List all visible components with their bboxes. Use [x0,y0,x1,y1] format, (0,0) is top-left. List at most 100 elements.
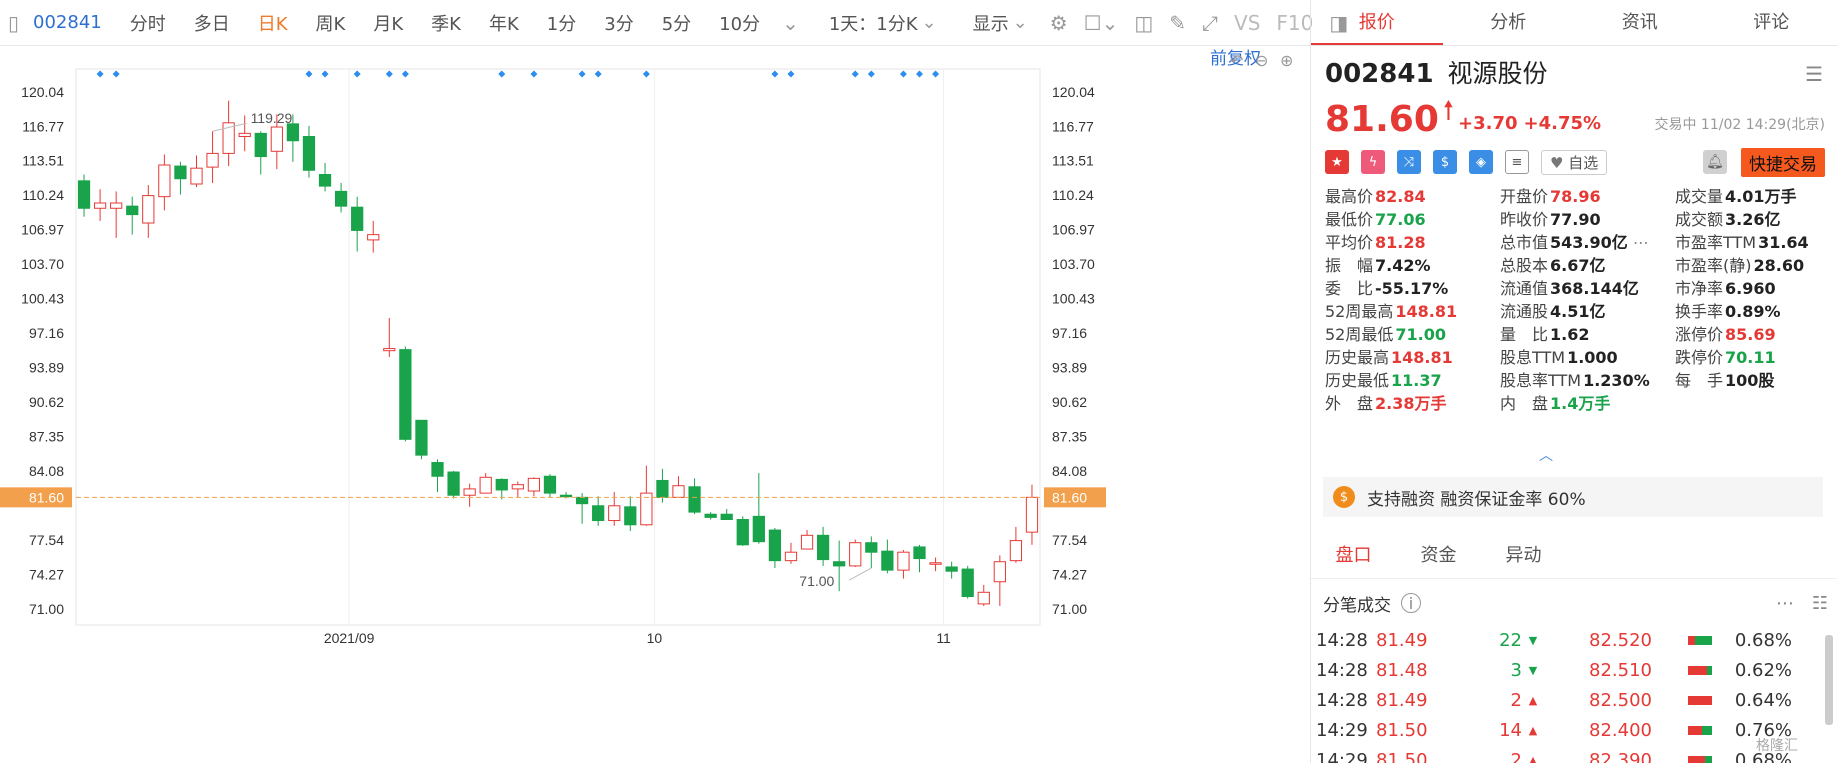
candle-body[interactable] [206,152,219,168]
more-icon[interactable]: ⋯ [1628,233,1649,252]
add-watchlist-button[interactable]: ♥ 自选 [1541,149,1608,175]
candle-body[interactable] [688,486,701,513]
candle-body[interactable] [833,561,846,567]
tab-movements[interactable]: 异动 [1481,533,1566,578]
tab-intraday[interactable]: 分时 [116,0,180,46]
candle-body[interactable] [977,591,990,605]
candle-body[interactable] [640,492,653,526]
event-marker-icon[interactable] [401,70,409,78]
candle-body[interactable] [865,542,878,553]
tab-multiday[interactable]: 多日 [180,0,244,46]
event-marker-icon[interactable] [385,70,393,78]
pencil-icon[interactable]: ✎ [1161,0,1194,46]
gear-icon[interactable]: ⚙ [1042,0,1076,46]
candle-body[interactable] [784,551,798,562]
event-marker-icon[interactable] [321,70,329,78]
china-flag-icon[interactable]: ★ [1325,150,1349,174]
candle-body[interactable] [142,195,155,224]
candle-body[interactable] [720,513,733,520]
undo-icon[interactable]: ↶ [1230,51,1243,70]
chevron-down-icon[interactable]: ⌄ [774,0,807,46]
candle-body[interactable] [511,484,524,490]
candle-body[interactable] [672,485,685,498]
candle-body[interactable] [431,462,444,477]
tag-icon[interactable]: ◈ [1469,150,1493,174]
event-marker-icon[interactable] [867,70,875,78]
info-icon[interactable]: i [1401,593,1421,613]
candle-body[interactable] [559,494,573,498]
event-marker-icon[interactable] [112,70,120,78]
candle-body[interactable] [768,529,782,562]
filter-icon[interactable]: ☷ [1812,593,1828,614]
candle-body[interactable] [399,349,412,440]
candle-body[interactable] [318,174,332,187]
candle-body[interactable] [495,478,508,491]
event-marker-icon[interactable] [932,70,940,78]
candle-body[interactable] [543,475,557,494]
event-marker-icon[interactable] [787,70,795,78]
candle-body[interactable] [110,202,123,209]
candle-body[interactable] [849,542,862,567]
candle-body[interactable] [800,534,814,550]
event-marker-icon[interactable] [530,70,538,78]
candle-body[interactable] [463,488,476,496]
candles[interactable] [77,100,1039,607]
tab-1min[interactable]: 1分 [533,0,590,46]
event-marker-icon[interactable] [498,70,506,78]
event-markers[interactable] [96,70,940,78]
sidebar-toggle-icon[interactable]: ▯ [0,0,27,46]
event-marker-icon[interactable] [899,70,907,78]
candle-body[interactable] [656,479,669,498]
more-icon[interactable]: ⋯ [1776,593,1794,614]
candle-body[interactable] [254,132,267,158]
candle-body[interactable] [415,419,428,456]
tab-analysis[interactable]: 分析 [1443,0,1575,45]
scrollbar[interactable] [1825,635,1833,725]
event-marker-icon[interactable] [353,70,361,78]
zoom-out-icon[interactable]: ⊖ [1255,51,1268,70]
event-marker-icon[interactable] [642,70,650,78]
quick-trade-button[interactable]: 快捷交易 [1741,147,1825,177]
document-icon[interactable]: ≡ [1505,150,1529,174]
stock-code-link[interactable]: 002841 [27,0,116,46]
candle-body[interactable] [302,136,316,171]
display-menu[interactable]: 显示 ⌄ [959,0,1042,46]
event-marker-icon[interactable] [305,70,313,78]
menu-list-icon[interactable]: ☰ [1805,62,1823,86]
candle-body[interactable] [736,518,749,546]
tab-quote[interactable]: 报价 [1311,0,1443,45]
bell-icon[interactable]: 🔔︎ [1703,150,1727,174]
square-select-icon[interactable]: ☐⌄ [1076,0,1127,46]
tab-monthly-k[interactable]: 月K [359,0,417,46]
candle-body[interactable] [126,205,139,216]
tab-5min[interactable]: 5分 [648,0,705,46]
interval-select[interactable]: 1天：1分K ⌄ [815,0,951,46]
candle-body[interactable] [286,123,300,142]
candle-body[interactable] [961,568,974,598]
candle-body[interactable] [174,165,187,180]
candle-body[interactable] [270,126,283,152]
candle-body[interactable] [93,202,107,209]
candle-body[interactable] [897,551,910,571]
event-marker-icon[interactable] [851,70,859,78]
candle-body[interactable] [527,477,541,492]
event-marker-icon[interactable] [771,70,779,78]
shuffle-icon[interactable]: ⤨ [1397,150,1421,174]
tab-weekly-k[interactable]: 周K [302,0,360,46]
event-marker-icon[interactable] [916,70,923,78]
candle-body[interactable] [993,561,1006,583]
candle-body[interactable] [367,234,380,241]
event-marker-icon[interactable] [594,70,602,78]
tab-order-book[interactable]: 盘口 [1311,533,1396,578]
tab-fund-flow[interactable]: 资金 [1396,533,1481,578]
candle-body[interactable] [575,496,589,505]
candle-body[interactable] [945,566,958,572]
dollar-icon[interactable]: $ [1433,150,1457,174]
candle-body[interactable] [881,550,894,571]
candle-body[interactable] [704,513,717,518]
tab-quarterly-k[interactable]: 季K [417,0,475,46]
fullscreen-icon[interactable]: ⤢ [1194,0,1226,46]
candle-body[interactable] [238,132,251,138]
candle-body[interactable] [77,180,91,209]
lightning-icon[interactable]: ϟ [1361,150,1385,174]
